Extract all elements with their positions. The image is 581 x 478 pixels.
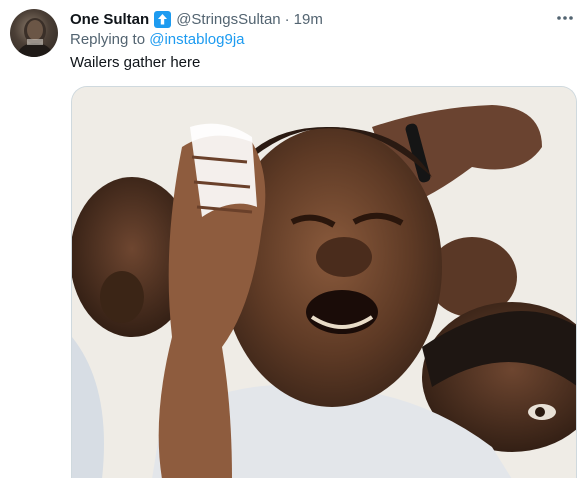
replying-to-label: Replying to [70, 31, 146, 48]
user-handle[interactable]: @StringsSultan [176, 11, 280, 28]
more-horizontal-icon[interactable] [555, 10, 575, 26]
separator-dot: · [284, 10, 290, 28]
display-name[interactable]: One Sultan [70, 11, 149, 28]
tweet[interactable]: One Sultan @StringsSultan · 19m Replying… [0, 0, 581, 478]
tweet-text: Wailers gather here [70, 54, 201, 71]
tweet-media-image[interactable] [71, 86, 577, 478]
avatar-image [16, 18, 54, 57]
timestamp[interactable]: 19m [294, 11, 323, 28]
replying-to-mention[interactable]: @instablog9ja [149, 31, 244, 48]
replying-to: Replying to @instablog9ja [70, 31, 245, 48]
up-arrow-badge-icon [154, 10, 172, 28]
avatar[interactable] [10, 9, 58, 57]
tweet-header: One Sultan @StringsSultan · 19m [70, 8, 323, 30]
crying-man-photo [72, 87, 576, 478]
